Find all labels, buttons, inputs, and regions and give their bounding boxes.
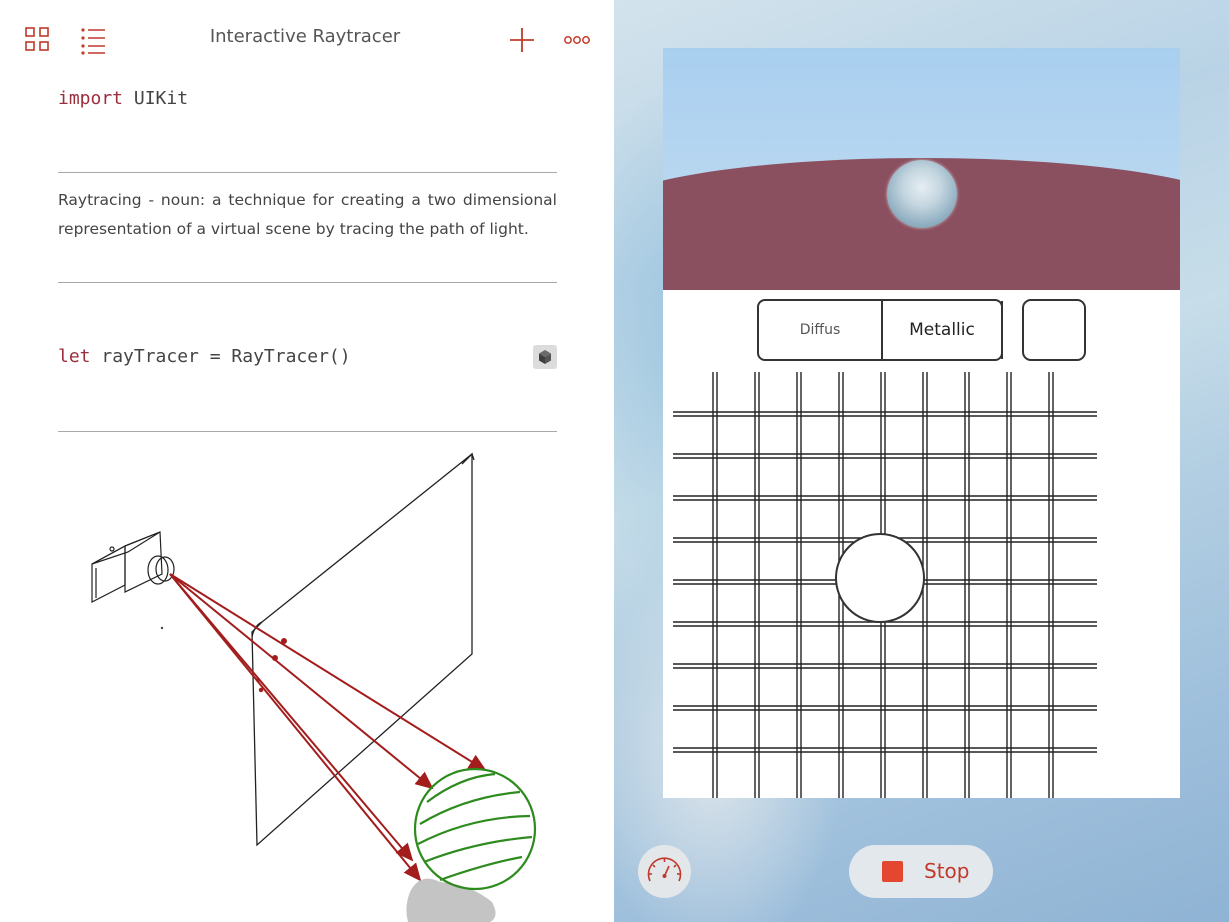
sphere-icon [413, 767, 537, 891]
cube-icon[interactable] [533, 345, 557, 369]
sphere-position-handle[interactable] [835, 533, 925, 623]
divider [58, 282, 557, 283]
position-grid[interactable] [663, 290, 1180, 798]
scene-controls: Diffus Metallic [663, 290, 1180, 798]
raytraced-render [663, 48, 1180, 290]
declaration-text: rayTracer = RayTracer() [90, 346, 351, 367]
gauge-icon[interactable] [638, 845, 691, 898]
raytracer-declaration[interactable]: let rayTracer = RayTracer() [58, 346, 351, 367]
grid-icon[interactable] [22, 24, 54, 56]
stop-square-icon [882, 861, 903, 882]
more-icon[interactable] [561, 24, 593, 56]
stop-button[interactable]: Stop [849, 845, 993, 898]
import-module: UIKit [123, 88, 189, 109]
raytracing-definition: Raytracing - noun: a technique for creat… [58, 191, 557, 238]
camera-icon [91, 531, 175, 603]
divider [58, 172, 557, 173]
rendered-sphere [887, 160, 957, 228]
raytracing-illustration [91, 452, 537, 922]
let-keyword: let [58, 346, 91, 367]
page-title: Interactive Raytracer [209, 26, 401, 47]
stop-label: Stop [924, 859, 970, 883]
plus-icon[interactable] [506, 24, 538, 56]
image-plane [251, 452, 475, 847]
playground-editor: Interactive Raytracer import UIKit Raytr… [0, 0, 614, 922]
list-icon[interactable] [78, 24, 110, 56]
import-keyword: import [58, 88, 124, 109]
import-statement[interactable]: import UIKit [58, 88, 188, 109]
